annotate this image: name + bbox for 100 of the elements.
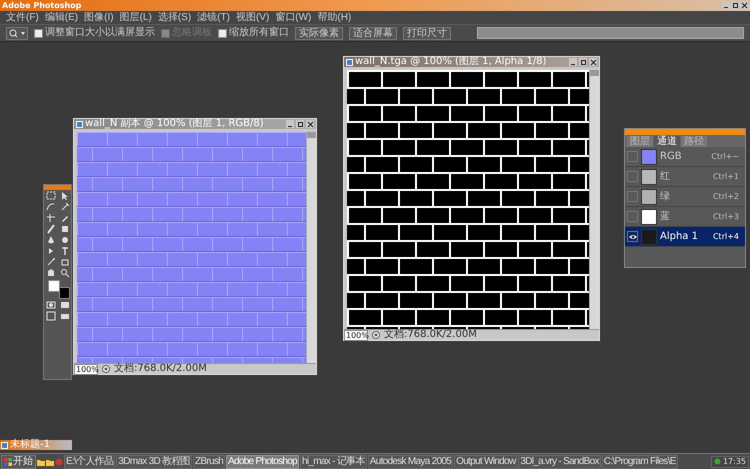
- windows-logo-icon: [4, 458, 12, 466]
- channel-name: 红: [660, 171, 671, 182]
- clock: 17:35: [722, 456, 746, 466]
- menu-item[interactable]: 帮助(H): [317, 12, 352, 24]
- tool-icon[interactable]: [59, 235, 70, 245]
- maximize-icon: [296, 120, 304, 128]
- eye-icon: [628, 234, 636, 240]
- foreground-color-swatch[interactable]: [48, 280, 60, 292]
- menu-item[interactable]: 滤镜(T): [197, 12, 230, 24]
- menu-item[interactable]: 视图(V): [236, 12, 270, 24]
- tool-icon[interactable]: [59, 246, 70, 256]
- tool-icon[interactable]: [59, 224, 70, 234]
- menu-item[interactable]: 文件(F): [6, 12, 39, 24]
- minimized-window-title: 未标题-1: [10, 440, 51, 450]
- maximize-button[interactable]: [296, 120, 304, 128]
- zoom-option-button[interactable]: 适合屏幕: [349, 26, 397, 40]
- close-button[interactable]: [589, 58, 597, 66]
- maximize-button[interactable]: [579, 58, 587, 66]
- minimize-button[interactable]: [722, 2, 730, 10]
- zoom-field[interactable]: 100%: [344, 330, 368, 340]
- visibility-toggle[interactable]: [627, 231, 638, 242]
- menu-item[interactable]: 图像(I): [84, 12, 114, 24]
- minimize-button[interactable]: [286, 120, 294, 128]
- close-button[interactable]: [306, 120, 314, 128]
- channel-shortcut: Ctrl+3: [712, 212, 740, 221]
- minimize-button[interactable]: [569, 58, 577, 66]
- window-title: Adobe Photoshop: [2, 0, 82, 10]
- restore-button[interactable]: [731, 2, 739, 10]
- menu-item[interactable]: 图层(L): [120, 12, 152, 24]
- tool-icon[interactable]: [45, 300, 56, 310]
- channel-row[interactable]: 红 Ctrl+1: [625, 167, 745, 187]
- zoom-field[interactable]: 100%: [74, 364, 98, 374]
- restore-icon: [732, 2, 738, 9]
- tool-icon[interactable]: [59, 257, 70, 267]
- taskbar-button[interactable]: Adobe Photoshop: [226, 454, 300, 468]
- channel-name: 蓝: [660, 211, 671, 222]
- visibility-toggle[interactable]: [627, 211, 638, 222]
- tool-icon[interactable]: [45, 268, 56, 278]
- channel-row[interactable]: 绿 Ctrl+2: [625, 187, 745, 207]
- panel-tab[interactable]: 通道: [654, 136, 680, 147]
- channel-shortcut: Ctrl+1: [712, 172, 740, 181]
- document-size-text: 文档:768.0K/2.00M: [114, 364, 207, 374]
- document-title: wall_N.tga @ 100% (图层 1, Alpha 1/8): [355, 57, 548, 67]
- taskbar-button[interactable]: Autodesk Maya 2005: [368, 454, 454, 468]
- close-icon: [590, 58, 596, 66]
- taskbar-button[interactable]: Output Window: [454, 454, 518, 468]
- tool-preset-picker[interactable]: [6, 26, 28, 40]
- taskbar-button[interactable]: 3Dmax 3D 教程图: [116, 454, 192, 468]
- menu-item[interactable]: 选择(S): [158, 12, 192, 24]
- tool-icon[interactable]: [45, 235, 56, 245]
- tool-icon[interactable]: [45, 191, 56, 201]
- menu-item[interactable]: 窗口(W): [275, 12, 312, 24]
- taskbar-button[interactable]: C:\Program Files\E: [602, 454, 678, 468]
- channel-thumbnail: [641, 228, 657, 244]
- menu-item[interactable]: 编辑(E): [44, 12, 78, 24]
- checkbox[interactable]: [34, 28, 43, 38]
- channel-shortcut: Ctrl+2: [712, 192, 740, 201]
- channel-row[interactable]: Alpha 1 Ctrl+4: [625, 227, 745, 247]
- minimized-window[interactable]: 未标题-1: [0, 440, 72, 450]
- tool-icon[interactable]: [45, 257, 56, 267]
- tool-icon[interactable]: [59, 311, 70, 321]
- tray-icon: [714, 458, 721, 465]
- tool-icon[interactable]: [59, 191, 70, 201]
- document-icon: [346, 58, 353, 66]
- visibility-toggle[interactable]: [627, 171, 638, 182]
- taskbar-button[interactable]: 3Dl_a.vry - SandBox: [518, 454, 601, 468]
- tool-icon[interactable]: [45, 202, 56, 212]
- taskbar-button[interactable]: ZBrush: [192, 454, 225, 468]
- channel-name: RGB: [660, 151, 683, 162]
- channel-thumbnail: [641, 188, 657, 204]
- vertical-scrollbar[interactable]: [589, 70, 599, 329]
- checkbox[interactable]: [218, 28, 227, 38]
- vertical-scrollbar[interactable]: [306, 132, 316, 363]
- taskbar-button[interactable]: E:\个人作品: [64, 454, 116, 468]
- tool-icon[interactable]: [59, 268, 70, 278]
- toolbox-header: [44, 185, 71, 190]
- tool-icon[interactable]: [45, 224, 56, 234]
- channel-row[interactable]: RGB Ctrl+~: [625, 147, 745, 167]
- document-title: wall_N 副本 @ 100% (图层 1, RGB/8): [85, 119, 265, 129]
- taskbar-button[interactable]: hi_max - 记事本: [300, 454, 367, 468]
- channel-name: Alpha 1: [660, 231, 699, 242]
- visibility-toggle[interactable]: [627, 151, 638, 162]
- zoom-option-button[interactable]: 实际像素: [295, 26, 343, 40]
- channel-shortcut: Ctrl+4: [712, 232, 740, 241]
- start-button[interactable]: 开始: [1, 454, 36, 468]
- visibility-toggle[interactable]: [627, 191, 638, 202]
- close-button[interactable]: [740, 2, 748, 10]
- document-size-text: 文档:768.0K/2.00M: [384, 330, 477, 340]
- background-color-swatch[interactable]: [58, 287, 70, 299]
- channel-thumbnail: [641, 148, 657, 164]
- document-icon: [76, 120, 83, 128]
- channel-thumbnail: [641, 208, 657, 224]
- tool-icon[interactable]: [45, 311, 56, 321]
- tool-icon[interactable]: [59, 300, 70, 310]
- tool-icon[interactable]: [45, 213, 56, 223]
- checkbox-label: 缩放所有窗口: [229, 27, 289, 39]
- tool-icon[interactable]: [59, 202, 70, 212]
- maximize-icon: [580, 58, 586, 66]
- document-icon: [1, 442, 8, 448]
- zoom-option-button[interactable]: 打印尺寸: [403, 26, 451, 40]
